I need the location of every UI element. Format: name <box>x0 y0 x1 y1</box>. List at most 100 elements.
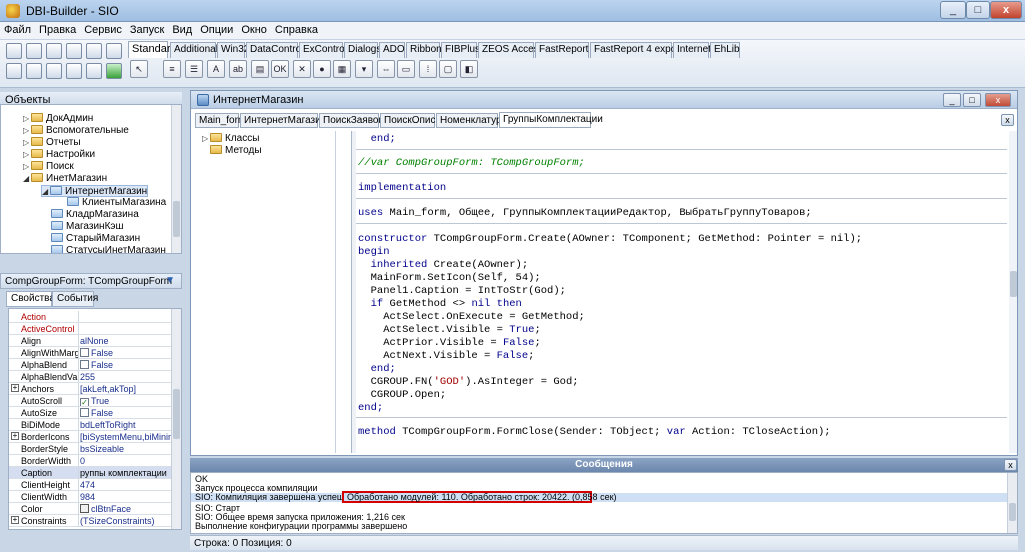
components-icon[interactable] <box>46 63 62 79</box>
actionlist-icon[interactable]: ◧ <box>460 60 478 78</box>
button-icon[interactable]: OK <box>271 60 289 78</box>
edit-icon[interactable]: ab <box>229 60 247 78</box>
listbox-icon[interactable]: ▦ <box>333 60 351 78</box>
tab-fibplus[interactable]: FIBPlus <box>441 42 480 58</box>
tab-dialogs[interactable]: Dialogs <box>344 42 381 58</box>
menu-options[interactable]: Опции <box>196 22 237 36</box>
close-tab-icon[interactable]: x <box>1001 114 1014 126</box>
tree-item[interactable]: СтарыйМагазин <box>51 233 140 245</box>
property-row[interactable]: AutoSize False <box>9 407 173 419</box>
unit-icon[interactable] <box>66 43 82 59</box>
align-icon[interactable] <box>66 63 82 79</box>
run-icon[interactable] <box>106 63 122 79</box>
groupbox-icon[interactable]: ▭ <box>397 60 415 78</box>
mainmenu-icon[interactable]: ≡ <box>163 60 181 78</box>
pointer-icon[interactable]: ↖ <box>130 60 148 78</box>
inspector-header[interactable]: CompGroupForm: TCompGroupForm ▼ <box>0 273 182 289</box>
tab-ehlib[interactable]: EhLib <box>710 42 740 58</box>
memo-icon[interactable]: ▤ <box>251 60 269 78</box>
editor-scrollbar[interactable] <box>1009 131 1017 453</box>
tree-item[interactable]: ▷ Отчеты <box>23 137 81 149</box>
tab-win32[interactable]: Win32 <box>217 42 249 58</box>
tab-datacontrol[interactable]: DataControl <box>246 42 303 58</box>
property-row[interactable]: BiDiMode bdLeftToRight <box>9 419 173 431</box>
tree-item[interactable]: ◢ ИнетМагазин <box>23 173 107 185</box>
property-row[interactable]: Color clBtnFace <box>9 503 173 515</box>
tab-internet[interactable]: Internet <box>673 42 711 58</box>
tree-item[interactable]: ▷ Настройки <box>23 149 95 161</box>
tab-internet-shop[interactable]: ИнтернетМагазин <box>240 113 326 128</box>
form-minimize-button[interactable]: _ <box>943 93 961 107</box>
tree-item[interactable]: МагазинКэш <box>51 221 124 233</box>
code-editor[interactable]: end; //var CompGroupForm: TCompGroupForm… <box>351 131 1007 453</box>
checkbox-checked[interactable]: ✓ <box>80 398 89 406</box>
form-close-button[interactable]: x <box>985 93 1011 107</box>
tab-standard[interactable]: Standard <box>128 41 177 58</box>
radiogroup-icon[interactable]: ⁞ <box>419 60 437 78</box>
tree-item[interactable]: КладрМагазина <box>51 209 139 221</box>
maximize-button[interactable]: □ <box>966 1 990 19</box>
checkbox[interactable] <box>80 360 89 369</box>
toggle-form-icon[interactable] <box>6 63 22 79</box>
menu-help[interactable]: Справка <box>271 22 322 36</box>
check-icon[interactable] <box>26 43 42 59</box>
save-all-icon[interactable] <box>106 43 122 59</box>
tab-nomenclature[interactable]: Номенклатура <box>436 113 507 128</box>
panel-icon[interactable]: ▢ <box>439 60 457 78</box>
tree-item[interactable]: КлиентыМагазина <box>67 197 166 209</box>
tab-fastreport4-export[interactable]: FastReport 4 export <box>590 42 682 58</box>
tab-search-inventory[interactable]: ПоискОписи <box>380 113 441 128</box>
tab-search-orders[interactable]: ПоискЗаявок <box>319 113 383 128</box>
checkbox[interactable] <box>80 408 89 417</box>
open-icon[interactable] <box>6 43 22 59</box>
tab-comp-groups[interactable]: ГруппыКомплектации <box>499 112 603 128</box>
checkbox[interactable] <box>80 348 89 357</box>
menu-run[interactable]: Запуск <box>126 22 168 36</box>
property-row[interactable]: AutoScroll ✓ True <box>9 395 173 407</box>
property-row[interactable]: ClientHeight 474 <box>9 479 173 491</box>
tree-item[interactable]: ▷ Вспомогательные <box>23 125 129 137</box>
property-row[interactable]: ClientWidth 984 <box>9 491 173 503</box>
tree-item[interactable]: ▷ ДокАдмин <box>23 113 93 125</box>
property-row[interactable]: + Anchors [akLeft,akTop] <box>9 383 173 395</box>
expand-icon[interactable]: + <box>11 432 19 440</box>
tree-item-methods[interactable]: Методы <box>210 145 262 157</box>
checkbox-icon[interactable]: ✕ <box>293 60 311 78</box>
minimize-button[interactable]: _ <box>940 1 966 19</box>
property-row-selected[interactable]: Caption руппы комплектации <box>9 467 173 479</box>
chevron-down-icon[interactable]: ▼ <box>165 275 175 286</box>
form-maximize-button[interactable]: □ <box>963 93 981 107</box>
expand-icon[interactable]: + <box>11 516 19 524</box>
form-icon[interactable] <box>46 43 62 59</box>
property-row[interactable]: + BorderIcons [biSystemMenu,biMinimi <box>9 431 173 443</box>
property-row[interactable]: Align alNone <box>9 335 173 347</box>
tab-zeos-access[interactable]: ZEOS Access <box>478 42 544 58</box>
scrollbar-icon[interactable]: ⇔ <box>377 60 395 78</box>
tree-item-classes[interactable]: ▷ Классы <box>202 133 259 145</box>
property-row[interactable]: AlphaBlendValue255 <box>9 371 173 383</box>
tab-properties[interactable]: Свойства <box>6 291 55 307</box>
save-icon[interactable] <box>86 43 102 59</box>
label-icon[interactable]: A <box>207 60 225 78</box>
menu-edit[interactable]: Правка <box>35 22 80 36</box>
inspector-scrollbar[interactable] <box>171 309 181 529</box>
property-row[interactable]: AlignWithMarginsFalse <box>9 347 173 359</box>
property-row[interactable]: ActiveControl <box>9 323 173 335</box>
combobox-icon[interactable]: ▾ <box>355 60 373 78</box>
debug-icon[interactable] <box>86 63 102 79</box>
close-button[interactable]: x <box>990 1 1022 19</box>
property-row[interactable]: BorderWidth 0 <box>9 455 173 467</box>
tree-item-selected[interactable]: ◢ ИнтернетМагазин <box>41 185 149 197</box>
expand-icon[interactable]: + <box>11 384 19 392</box>
panel-splitter[interactable] <box>183 90 189 552</box>
tab-excontrol[interactable]: ExControl <box>299 42 347 58</box>
menu-view[interactable]: Вид <box>168 22 196 36</box>
property-row[interactable]: + Constraints (TSizeConstraints) <box>9 515 173 527</box>
tab-main-form[interactable]: Main_form <box>195 113 246 128</box>
tree-item[interactable]: СтатусыИнетМагазин <box>51 245 166 253</box>
property-row[interactable]: BorderStyle bsSizeable <box>9 443 173 455</box>
tab-ribbon[interactable]: Ribbon <box>406 42 442 58</box>
objects-scrollbar[interactable] <box>171 105 181 253</box>
radiobutton-icon[interactable]: ● <box>313 60 331 78</box>
tab-events[interactable]: События <box>52 291 98 307</box>
